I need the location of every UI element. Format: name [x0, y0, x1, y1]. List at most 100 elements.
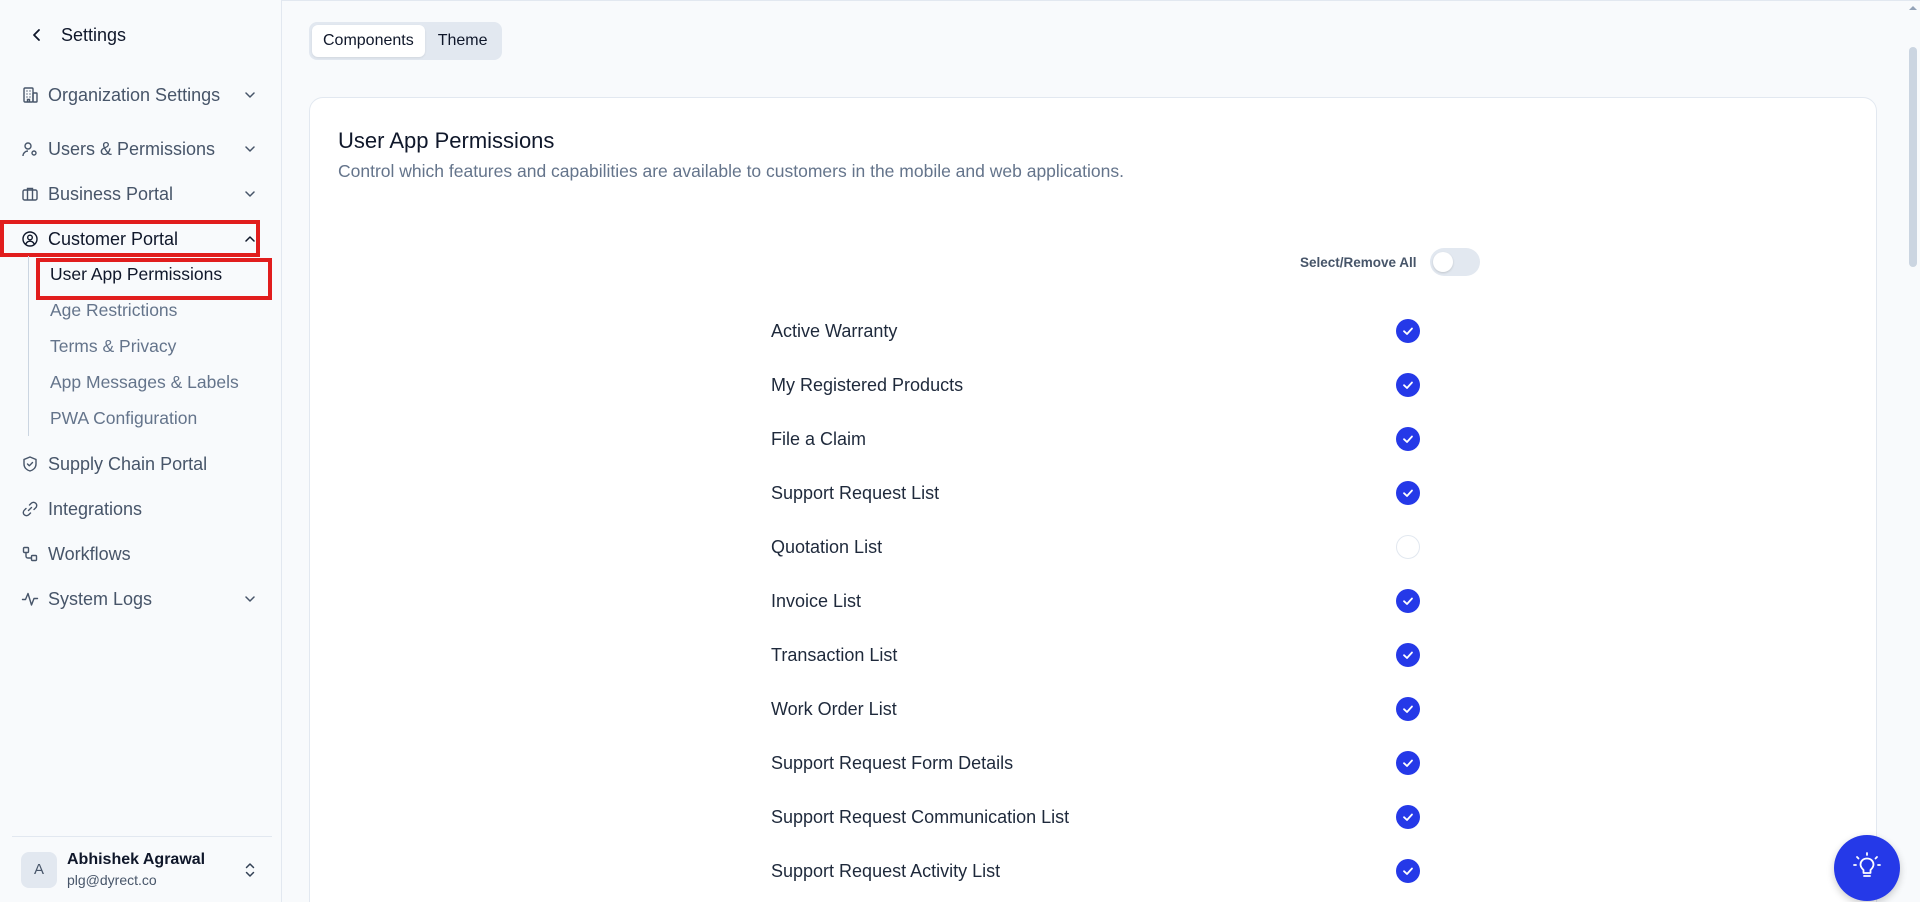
permission-label: Work Order List [771, 698, 897, 719]
check-icon [1403, 327, 1413, 335]
permission-checkbox[interactable] [1396, 373, 1420, 397]
permission-row: Quotation List [771, 532, 1431, 562]
check-icon [1403, 435, 1413, 443]
workflow-icon [20, 544, 40, 564]
permission-label: Support Request Form Details [771, 752, 1014, 773]
check-icon [1403, 489, 1413, 497]
page-title: User App Permissions [338, 128, 555, 153]
briefcase-icon [20, 184, 40, 204]
permission-checkbox[interactable] [1396, 643, 1420, 667]
back-arrow-icon[interactable] [27, 25, 47, 45]
chevron-down-icon [241, 185, 259, 203]
permission-checkbox[interactable] [1396, 427, 1420, 451]
select-all-label: Select/Remove All [1300, 254, 1417, 270]
user-info: Abhishek Agrawal plg@dyrect.co [67, 851, 240, 888]
check-icon [1403, 705, 1413, 713]
sidebar-item-label: Users & Permissions [48, 138, 216, 159]
sidebar-item-organization-settings[interactable]: Organization Settings [20, 77, 265, 113]
sidebar-header: Settings [27, 20, 126, 50]
chevron-down-icon [241, 590, 259, 608]
permission-checkbox[interactable] [1396, 751, 1420, 775]
user-menu[interactable]: A Abhishek Agrawal plg@dyrect.co [12, 836, 272, 902]
user-settings-icon [20, 139, 40, 159]
permission-row: Invoice List [771, 586, 1431, 616]
tab-theme[interactable]: Theme [427, 25, 499, 57]
shield-icon [20, 454, 40, 474]
permission-label: Support Request List [771, 482, 940, 503]
permission-checkbox[interactable] [1396, 697, 1420, 721]
sidebar-item-label: Organization Settings [48, 84, 221, 105]
sidebar-item-label: System Logs [48, 588, 153, 609]
scrollbar[interactable] [1906, 1, 1920, 902]
lightbulb-icon [1850, 849, 1884, 888]
toggle-knob [1432, 252, 1453, 272]
check-icon [1403, 381, 1413, 389]
chevrons-up-down-icon [240, 860, 260, 880]
user-name: Abhishek Agrawal [67, 851, 206, 868]
sidebar-item-label: Integrations [48, 498, 143, 519]
permission-checkbox[interactable] [1396, 859, 1420, 883]
permission-row: Transaction List [771, 640, 1431, 670]
check-icon [1403, 759, 1413, 767]
sidebar-item-users-permissions[interactable]: Users & Permissions [20, 131, 265, 167]
check-icon [1403, 867, 1413, 875]
sidebar-item-business-portal[interactable]: Business Portal [20, 176, 265, 212]
permission-label: My Registered Products [771, 374, 964, 395]
check-icon [1403, 651, 1413, 659]
sidebar-item-label: Business Portal [48, 183, 174, 204]
select-all-toggle[interactable] [1429, 248, 1480, 276]
settings-sidebar: Settings Organization Settings Users & P… [0, 0, 282, 902]
permission-label: Quotation List [771, 536, 883, 557]
submenu-item-app-messages-labels[interactable]: App Messages & Labels [50, 372, 239, 393]
main-content: Components Theme User App Permissions Co… [282, 0, 1920, 902]
submenu-item-terms-privacy[interactable]: Terms & Privacy [50, 336, 176, 357]
highlight-box [36, 258, 272, 300]
check-icon [1403, 597, 1413, 605]
tab-bar: Components Theme [309, 22, 502, 60]
permission-label: File a Claim [771, 428, 867, 449]
sidebar-item-supply-chain-portal[interactable]: Supply Chain Portal [20, 446, 265, 482]
permission-row: Work Order List [771, 694, 1431, 724]
scroll-up-icon [1909, 6, 1917, 10]
sidebar-title: Settings [61, 24, 127, 45]
permission-row: Support Request Form Details [771, 748, 1431, 778]
avatar: A [21, 851, 57, 888]
activity-icon [20, 589, 40, 609]
sidebar-item-workflows[interactable]: Workflows [20, 536, 265, 572]
permission-row: Active Warranty [771, 316, 1431, 346]
permission-row: Support Request Communication List [771, 802, 1431, 832]
permission-row: File a Claim [771, 424, 1431, 454]
ideas-button[interactable] [1834, 835, 1900, 901]
permissions-card: User App Permissions Control which featu… [309, 97, 1877, 902]
check-icon [1403, 813, 1413, 821]
chevron-down-icon [241, 86, 259, 104]
permission-checkbox[interactable] [1396, 319, 1420, 343]
sidebar-item-label: Workflows [48, 543, 131, 564]
user-email: plg@dyrect.co [67, 872, 157, 888]
highlight-box [0, 220, 260, 257]
permission-label: Support Request Activity List [771, 860, 1001, 881]
permission-label: Support Request Communication List [771, 806, 1070, 827]
building-icon [20, 85, 40, 105]
sidebar-item-label: Supply Chain Portal [48, 453, 208, 474]
permission-label: Active Warranty [771, 320, 898, 341]
permission-row: Support Request List [771, 478, 1431, 508]
sidebar-item-system-logs[interactable]: System Logs [20, 581, 265, 617]
scrollbar-thumb[interactable] [1909, 47, 1917, 267]
permission-row: Support Request Activity List [771, 856, 1431, 886]
chevron-down-icon [241, 140, 259, 158]
permission-checkbox[interactable] [1396, 589, 1420, 613]
tab-components[interactable]: Components [312, 25, 425, 57]
permission-row: My Registered Products [771, 370, 1431, 400]
permission-checkbox[interactable] [1396, 535, 1420, 559]
submenu-item-age-restrictions[interactable]: Age Restrictions [50, 300, 177, 321]
submenu-item-pwa-configuration[interactable]: PWA Configuration [50, 408, 197, 429]
permission-checkbox[interactable] [1396, 481, 1420, 505]
permission-label: Invoice List [771, 590, 862, 611]
permission-checkbox[interactable] [1396, 805, 1420, 829]
page-description: Control which features and capabilities … [338, 161, 1124, 181]
sidebar-item-integrations[interactable]: Integrations [20, 491, 265, 527]
permission-label: Transaction List [771, 644, 898, 665]
link-icon [20, 499, 40, 519]
select-all-control: Select/Remove All [1300, 248, 1480, 276]
